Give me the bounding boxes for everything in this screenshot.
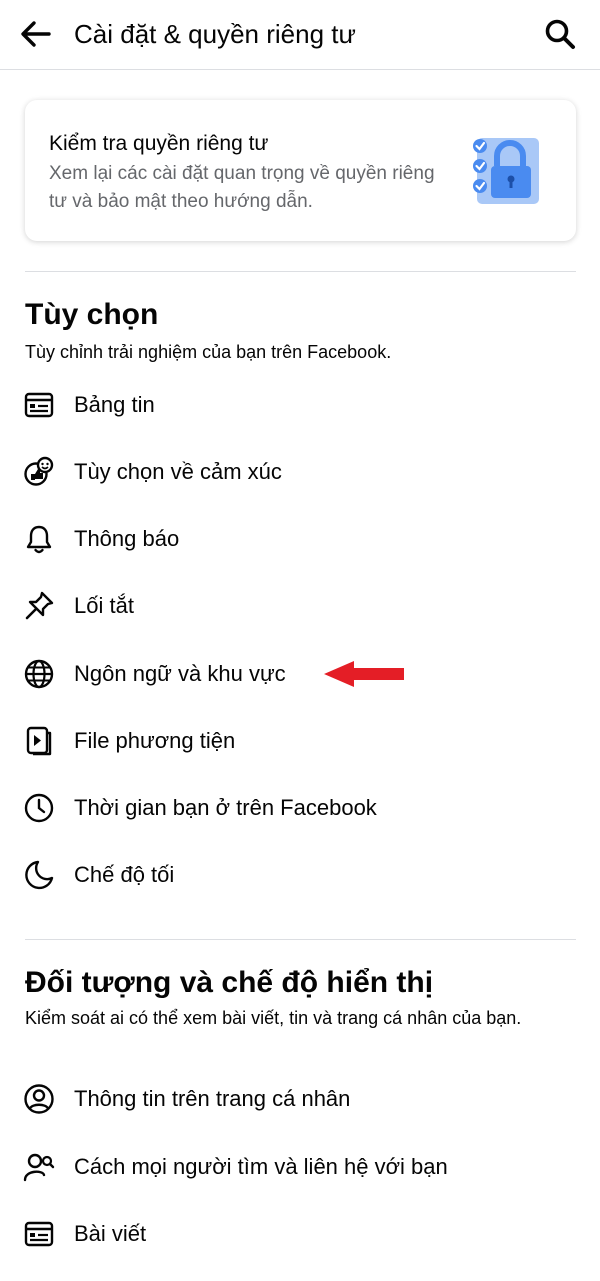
reactions-icon bbox=[24, 456, 54, 486]
menu-item-posts[interactable]: Bài viết bbox=[0, 1206, 600, 1262]
audience-description: Kiểm soát ai có thể xem bài viết, tin và… bbox=[25, 1008, 522, 1028]
menu-label: Lối tắt bbox=[74, 593, 134, 618]
person-search-icon bbox=[23, 1153, 55, 1182]
menu-label: Tùy chọn về cảm xúc bbox=[74, 459, 282, 484]
privacy-checkup-description: Xem lại các cài đặt quan trọng về quyền … bbox=[49, 163, 435, 212]
top-app-bar: Cài đặt & quyền riêng tư bbox=[0, 0, 600, 70]
search-button[interactable] bbox=[540, 14, 580, 54]
menu-item-notifications[interactable]: Thông báo bbox=[0, 511, 600, 567]
menu-label: Thông báo bbox=[74, 526, 180, 551]
media-icon bbox=[26, 726, 52, 756]
pin-icon bbox=[25, 591, 54, 620]
menu-item-find-contact[interactable]: Cách mọi người tìm và liên hệ với bạn bbox=[0, 1139, 600, 1195]
news-feed-icon bbox=[24, 392, 54, 418]
menu-label: Bảng tin bbox=[74, 392, 155, 417]
menu-label: File phương tiện bbox=[74, 728, 236, 753]
page-title: Cài đặt & quyền riêng tư bbox=[74, 19, 356, 49]
menu-label: Thời gian bạn ở trên Facebook bbox=[74, 795, 377, 820]
posts-icon bbox=[24, 1221, 54, 1247]
preferences-title: Tùy chọn bbox=[25, 298, 159, 331]
menu-label: Ngôn ngữ và khu vực bbox=[74, 661, 286, 686]
clock-icon bbox=[24, 793, 54, 823]
section-divider bbox=[25, 271, 576, 272]
menu-item-language-region[interactable]: Ngôn ngữ và khu vực bbox=[0, 646, 600, 702]
menu-item-news-feed[interactable]: Bảng tin bbox=[0, 377, 600, 433]
globe-icon bbox=[24, 659, 54, 689]
back-button[interactable] bbox=[16, 14, 56, 54]
menu-item-dark-mode[interactable]: Chế độ tối bbox=[0, 847, 600, 903]
preferences-description: Tùy chỉnh trải nghiệm của bạn trên Faceb… bbox=[25, 342, 392, 362]
red-arrow-icon bbox=[324, 661, 404, 687]
padlock-checklist-icon bbox=[473, 138, 539, 204]
privacy-checkup-card[interactable]: Kiểm tra quyền riêng tư Xem lại các cài … bbox=[25, 100, 576, 241]
menu-item-shortcuts[interactable]: Lối tắt bbox=[0, 578, 600, 634]
search-icon bbox=[545, 19, 575, 49]
menu-label: Bài viết bbox=[74, 1221, 147, 1246]
moon-icon bbox=[25, 860, 54, 890]
menu-item-reactions[interactable]: Tùy chọn về cảm xúc bbox=[0, 444, 600, 500]
menu-label: Thông tin trên trang cá nhân bbox=[74, 1086, 351, 1111]
menu-label: Chế độ tối bbox=[74, 862, 175, 887]
menu-item-media[interactable]: File phương tiện bbox=[0, 713, 600, 769]
privacy-checkup-title: Kiểm tra quyền riêng tư bbox=[49, 132, 269, 155]
menu-item-profile-info[interactable]: Thông tin trên trang cá nhân bbox=[0, 1071, 600, 1127]
audience-title: Đối tượng và chế độ hiển thị bbox=[25, 966, 434, 999]
section-divider bbox=[25, 939, 576, 940]
menu-label: Cách mọi người tìm và liên hệ với bạn bbox=[74, 1154, 448, 1179]
arrow-left-icon bbox=[21, 21, 51, 47]
menu-item-time-on-facebook[interactable]: Thời gian bạn ở trên Facebook bbox=[0, 780, 600, 836]
profile-circle-icon bbox=[24, 1084, 54, 1114]
bell-icon bbox=[26, 525, 52, 554]
